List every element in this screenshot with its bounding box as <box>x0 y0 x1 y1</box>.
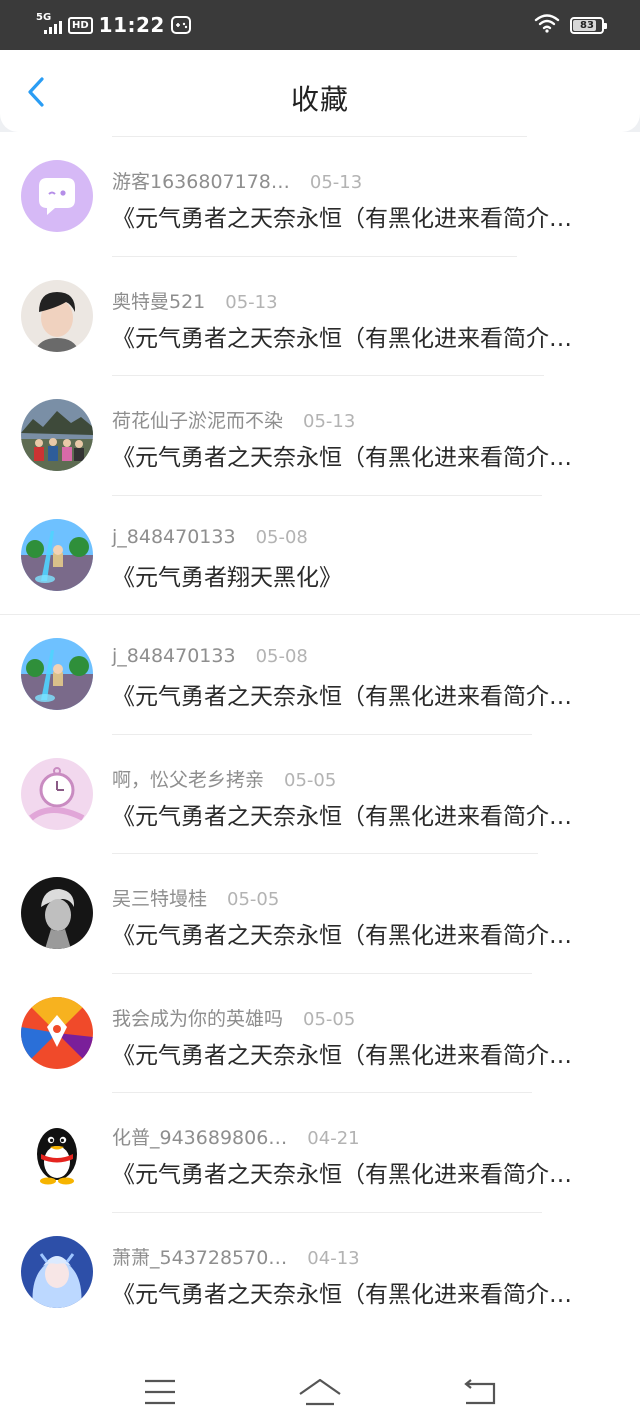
clock: 11:22 <box>98 13 165 37</box>
list-item[interactable]: 我会成为你的英雄吗 05-05 《元气勇者之天奈永恒（有黑化进来看简介… <box>0 973 640 1093</box>
username[interactable]: 萧萧_543728570… <box>112 1243 287 1270</box>
item-date: 05-05 <box>227 889 280 910</box>
page-title: 收藏 <box>290 83 349 116</box>
username[interactable]: 我会成为你的英雄吗 <box>112 1004 283 1031</box>
status-right: 83 <box>534 13 607 37</box>
home-button[interactable] <box>290 1372 350 1412</box>
book-title[interactable]: 《元气勇者之天奈永恒（有黑化进来看简介… <box>112 438 602 472</box>
list-item[interactable]: j_848470133 05-08 《元气勇者之天奈永恒（有黑化进来看简介… <box>0 614 640 734</box>
book-title[interactable]: 《元气勇者之天奈永恒（有黑化进来看简介… <box>112 1155 602 1189</box>
username[interactable]: j_848470133 <box>112 526 236 548</box>
signal-icon: 5G <box>36 12 62 36</box>
list-item[interactable]: 萧萧_543728570… 04-13 《元气勇者之天奈永恒（有黑化进来看简介… <box>0 1212 640 1332</box>
game-scene-avatar[interactable] <box>21 638 93 710</box>
back-nav-button[interactable] <box>450 1372 510 1412</box>
item-meta: j_848470133 05-08 <box>112 526 308 548</box>
username[interactable]: 荷花仙子淤泥而不染 <box>112 406 283 433</box>
list-item[interactable]: 化普_943689806… 04-21 《元气勇者之天奈永恒（有黑化进来看简介… <box>0 1092 640 1212</box>
item-meta: 我会成为你的英雄吗 05-05 <box>112 1004 355 1031</box>
username[interactable]: 游客1636807178… <box>112 167 290 194</box>
item-date: 05-13 <box>303 411 356 432</box>
battery-icon: 83 <box>570 16 607 34</box>
book-title[interactable]: 《元气勇者翔天黑化》 <box>112 558 602 592</box>
item-meta: 游客1636807178… 05-13 <box>112 167 362 194</box>
game-scene-avatar[interactable] <box>21 518 93 591</box>
item-date: 05-13 <box>225 291 278 313</box>
menu-icon <box>145 1379 175 1405</box>
anime-girl-avatar[interactable] <box>21 1235 93 1308</box>
username[interactable]: 吴三特墁桂 <box>112 884 207 911</box>
item-meta: 萧萧_543728570… 04-13 <box>112 1243 360 1270</box>
item-date: 05-13 <box>309 172 363 193</box>
username[interactable]: 啊，忪父老乡拷亲 <box>112 765 264 792</box>
book-title[interactable]: 《元气勇者之天奈永恒（有黑化进来看简介… <box>112 916 602 950</box>
item-date: 05-08 <box>255 646 308 667</box>
item-date: 05-05 <box>303 1008 356 1030</box>
list-item[interactable]: 荷花仙子淤泥而不染 05-13 《元气勇者之天奈永恒（有黑化进来看简介… <box>0 375 640 495</box>
username[interactable]: 化普_943689806… <box>112 1123 287 1150</box>
username[interactable]: 奥特曼521 <box>112 287 205 314</box>
book-title[interactable]: 《元气勇者之天奈永恒（有黑化进来看简介… <box>112 319 602 353</box>
mecha-avatar[interactable] <box>21 996 93 1069</box>
list-item[interactable]: j_848470133 05-08 《元气勇者翔天黑化》 <box>0 495 640 615</box>
list-item[interactable]: 吴三特墁桂 05-05 《元气勇者之天奈永恒（有黑化进来看简介… <box>0 853 640 973</box>
wifi-icon <box>534 13 560 37</box>
header: 收藏 <box>0 50 640 132</box>
book-title[interactable]: 《元气勇者之天奈永恒（有黑化进来看简介… <box>112 1275 602 1309</box>
list-item[interactable]: 奥特曼521 05-13 《元气勇者之天奈永恒（有黑化进来看简介… <box>0 256 640 376</box>
username[interactable]: j_848470133 <box>112 645 236 667</box>
pocket-watch-avatar[interactable] <box>21 757 93 830</box>
hd-badge: HD <box>68 16 93 34</box>
item-date: 04-13 <box>307 1247 360 1269</box>
item-date: 05-05 <box>284 769 337 791</box>
item-date: 04-21 <box>307 1128 360 1149</box>
menu-button[interactable] <box>130 1372 190 1412</box>
list-item[interactable]: 游客1636807178… 05-13 《元气勇者之天奈永恒（有黑化进来看简介… <box>0 136 640 256</box>
system-nav-bar <box>0 1357 640 1427</box>
home-icon <box>299 1378 341 1406</box>
list-item[interactable]: 啊，忪父老乡拷亲 05-05 《元气勇者之天奈永恒（有黑化进来看简介… <box>0 734 640 854</box>
battery-level: 83 <box>580 19 594 31</box>
book-title[interactable]: 《元气勇者之天奈永恒（有黑化进来看简介… <box>112 797 602 831</box>
chat-bubble-avatar[interactable] <box>21 160 93 232</box>
penguin-avatar[interactable] <box>21 1116 93 1188</box>
item-meta: 啊，忪父老乡拷亲 05-05 <box>112 765 336 792</box>
item-meta: 荷花仙子淤泥而不染 05-13 <box>112 406 355 433</box>
status-left: 5G HD 11:22 <box>36 12 191 37</box>
item-date: 05-08 <box>255 526 308 548</box>
group-photo-avatar[interactable] <box>21 399 93 471</box>
portrait-avatar[interactable] <box>21 279 93 352</box>
item-meta: 吴三特墁桂 05-05 <box>112 884 279 911</box>
book-title[interactable]: 《元气勇者之天奈永恒（有黑化进来看简介… <box>112 677 602 711</box>
favorites-list: 游客1636807178… 05-13 《元气勇者之天奈永恒（有黑化进来看简介… 奥特… <box>0 132 640 1357</box>
item-meta: j_848470133 05-08 <box>112 645 308 667</box>
return-icon <box>464 1379 496 1405</box>
book-title[interactable]: 《元气勇者之天奈永恒（有黑化进来看简介… <box>112 1036 602 1070</box>
bw-portrait-avatar[interactable] <box>21 877 93 949</box>
item-meta: 奥特曼521 05-13 <box>112 287 278 314</box>
status-bar: 5G HD 11:22 83 <box>0 0 640 50</box>
gamepad-icon <box>170 16 191 34</box>
book-title[interactable]: 《元气勇者之天奈永恒（有黑化进来看简介… <box>112 199 602 233</box>
item-meta: 化普_943689806… 04-21 <box>112 1123 360 1150</box>
